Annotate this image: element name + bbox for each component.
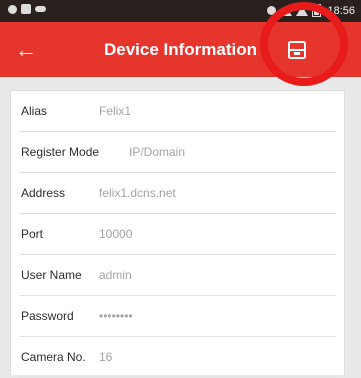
form-row-register-mode: Register Mode IP/Domain <box>19 132 336 173</box>
image-notification-icon <box>21 4 31 14</box>
register-mode-label: Register Mode <box>21 145 100 159</box>
camera-no-field[interactable]: 16 <box>99 350 112 364</box>
password-field[interactable]: •••••••• <box>99 309 133 323</box>
battery-icon <box>312 4 322 17</box>
port-field[interactable]: 10000 <box>99 227 132 241</box>
app-bar: ← Device Information <box>0 22 361 77</box>
alias-field[interactable]: Felix1 <box>99 104 131 118</box>
address-field[interactable]: felix1.dcns.net <box>99 186 176 200</box>
form-row-address: Address felix1.dcns.net <box>19 173 336 214</box>
signal-icon <box>296 5 309 16</box>
wifi-icon <box>280 5 293 16</box>
voicemail-icon <box>35 6 46 12</box>
status-time: 18:56 <box>327 4 355 17</box>
status-icons-right: 18:56 <box>267 4 355 17</box>
user-name-label: User Name <box>21 268 82 282</box>
device-info-form: Alias Felix1 Register Mode IP/Domain Add… <box>10 90 345 378</box>
form-row-port: Port 10000 <box>19 214 336 255</box>
user-name-field[interactable]: admin <box>99 268 132 282</box>
address-label: Address <box>21 186 66 200</box>
floppy-disk-icon <box>288 41 306 59</box>
alias-label: Alias <box>21 104 48 118</box>
form-row-user-name: User Name admin <box>19 255 336 296</box>
form-row-alias: Alias Felix1 <box>19 91 336 132</box>
password-label: Password <box>21 309 74 323</box>
camera-no-label: Camera No. <box>21 350 86 364</box>
status-icons-left <box>8 4 46 14</box>
notification-icon <box>8 4 17 14</box>
form-row-password: Password •••••••• <box>19 296 336 337</box>
register-mode-field[interactable]: IP/Domain <box>129 145 185 159</box>
port-label: Port <box>21 227 44 241</box>
status-bar: 18:56 <box>0 0 361 22</box>
form-row-camera-no: Camera No. 16 <box>19 337 336 378</box>
alarm-icon <box>267 6 277 15</box>
save-button[interactable] <box>286 39 308 61</box>
